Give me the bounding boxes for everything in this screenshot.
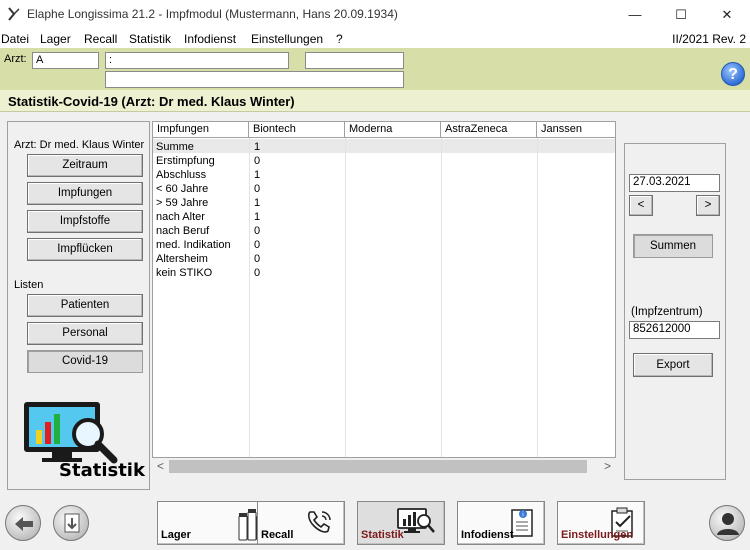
version-label: II/2021 Rev. 2 (672, 32, 746, 46)
listen-label: Listen (14, 279, 44, 291)
menu-help[interactable]: ? (336, 32, 343, 46)
date-next-button[interactable]: > (696, 195, 720, 216)
document-import-icon (64, 513, 80, 533)
impfluecken-button[interactable]: Impflücken (27, 238, 143, 261)
nav-statistik-button[interactable]: Statistik (357, 501, 445, 545)
table-row-label[interactable]: > 59 Jahre (153, 196, 249, 210)
section-bar: Statistik-Covid-19 (Arzt: Dr med. Klaus … (0, 90, 750, 112)
menu-bar: Datei Lager Recall Statistik Infodienst … (0, 30, 750, 48)
patient-name-field[interactable]: : (105, 52, 289, 69)
nav-infodienst-button[interactable]: i Infodienst (457, 501, 545, 545)
column-divider (537, 138, 538, 457)
summen-button[interactable]: Summen (633, 234, 713, 258)
column-header-janssen[interactable]: Janssen (537, 122, 615, 138)
table-cell-biontech[interactable]: 0 (251, 224, 345, 238)
column-header-astrazeneca[interactable]: AstraZeneca (441, 122, 537, 138)
user-icon (717, 513, 739, 535)
scroll-right-arrow-icon[interactable]: > (599, 458, 616, 475)
column-header-moderna[interactable]: Moderna (345, 122, 441, 138)
table-cell-biontech[interactable]: 0 (251, 238, 345, 252)
table-cell-biontech[interactable]: 0 (251, 154, 345, 168)
import-button[interactable] (53, 505, 89, 541)
left-panel: Arzt: Dr med. Klaus Winter Zeitraum Impf… (7, 121, 150, 490)
table-row-label[interactable]: < 60 Jahre (153, 182, 249, 196)
title-bar: Elaphe Longissima 21.2 - Impfmodul (Must… (0, 0, 750, 30)
nav-einstellungen-button[interactable]: Einstellungen (557, 501, 645, 545)
personal-button[interactable]: Personal (27, 322, 143, 345)
bottom-bar: Lager Recall Statistik i Infodienst Eins… (0, 497, 750, 550)
date-field[interactable]: 27.03.2021 (629, 174, 720, 192)
table-row-label[interactable]: nach Alter (153, 210, 249, 224)
impfzentrum-label: (Impfzentrum) (631, 306, 703, 318)
arrow-left-icon (15, 517, 33, 531)
zeitraum-button[interactable]: Zeitraum (27, 154, 143, 177)
table-cell-biontech[interactable]: 1 (251, 196, 345, 210)
menu-lager[interactable]: Lager (40, 32, 71, 46)
arzt-label: Arzt: (4, 53, 27, 65)
scroll-thumb[interactable] (169, 460, 587, 473)
nav-infodienst-label: Infodienst (461, 529, 514, 541)
impfungen-grid[interactable]: Impfungen Biontech Moderna AstraZeneca J… (152, 121, 616, 458)
arzt-field[interactable]: A (32, 52, 99, 69)
nav-statistik-label: Statistik (361, 529, 404, 541)
help-button[interactable]: ? (721, 62, 745, 86)
table-cell-biontech[interactable]: 0 (251, 266, 345, 280)
section-title: Statistik-Covid-19 (Arzt: Dr med. Klaus … (8, 94, 295, 109)
impfungen-button[interactable]: Impfungen (27, 182, 143, 205)
statistik-logo-label: Statistik (59, 460, 145, 481)
nav-recall-label: Recall (261, 529, 294, 541)
scroll-left-arrow-icon[interactable]: < (152, 458, 169, 475)
patienten-button[interactable]: Patienten (27, 294, 143, 317)
window-title: Elaphe Longissima 21.2 - Impfmodul (Must… (27, 7, 398, 21)
app-icon (8, 7, 20, 21)
table-cell-biontech[interactable]: 0 (251, 252, 345, 266)
maximize-button[interactable]: ☐ (658, 0, 704, 30)
table-cell-biontech[interactable]: 1 (251, 210, 345, 224)
table-row-label[interactable]: nach Beruf (153, 224, 249, 238)
menu-statistik[interactable]: Statistik (129, 32, 171, 46)
grid-header: Impfungen Biontech Moderna AstraZeneca J… (153, 122, 615, 138)
grid-horizontal-scrollbar[interactable]: < > (152, 458, 616, 475)
column-header-biontech[interactable]: Biontech (249, 122, 345, 138)
column-divider (249, 138, 250, 457)
covid19-button[interactable]: Covid-19 (27, 350, 143, 373)
table-cell-biontech[interactable]: 1 (251, 140, 345, 154)
table-row-label[interactable]: kein STIKO (153, 266, 249, 280)
impfstoffe-button[interactable]: Impfstoffe (27, 210, 143, 233)
date-prev-button[interactable]: < (629, 195, 653, 216)
impfzentrum-field[interactable]: 852612000 (629, 321, 720, 339)
patient-extra-field[interactable] (305, 52, 404, 69)
table-row-label[interactable]: Erstimpfung (153, 154, 249, 168)
table-row-label[interactable]: Summe (153, 140, 249, 154)
table-cell-biontech[interactable]: 1 (251, 168, 345, 182)
phone-icon (308, 511, 331, 533)
back-button[interactable] (5, 505, 41, 541)
column-divider (441, 138, 442, 457)
menu-recall[interactable]: Recall (84, 32, 117, 46)
patient-address-field[interactable] (105, 71, 404, 88)
nav-einstellungen-label: Einstellungen (561, 529, 634, 541)
table-row-label[interactable]: Abschluss (153, 168, 249, 182)
minimize-button[interactable]: — (612, 0, 658, 30)
export-button[interactable]: Export (633, 353, 713, 377)
table-cell-biontech[interactable]: 0 (251, 182, 345, 196)
column-header-impfungen[interactable]: Impfungen (153, 122, 249, 138)
menu-datei[interactable]: Datei (1, 32, 29, 46)
user-button[interactable] (709, 505, 745, 541)
table-row-label[interactable]: med. Indikation (153, 238, 249, 252)
menu-einstellungen[interactable]: Einstellungen (251, 32, 323, 46)
left-panel-arzt: Arzt: Dr med. Klaus Winter (14, 139, 145, 151)
menu-infodienst[interactable]: Infodienst (184, 32, 236, 46)
nav-lager-label: Lager (161, 529, 191, 541)
column-divider (345, 138, 346, 457)
close-button[interactable]: ✕ (704, 0, 750, 30)
patient-bar: Arzt: A : (0, 48, 750, 90)
right-panel: 27.03.2021 < > Summen (Impfzentrum) 8526… (624, 143, 726, 480)
table-row-label[interactable]: Altersheim (153, 252, 249, 266)
nav-recall-button[interactable]: Recall (257, 501, 345, 545)
